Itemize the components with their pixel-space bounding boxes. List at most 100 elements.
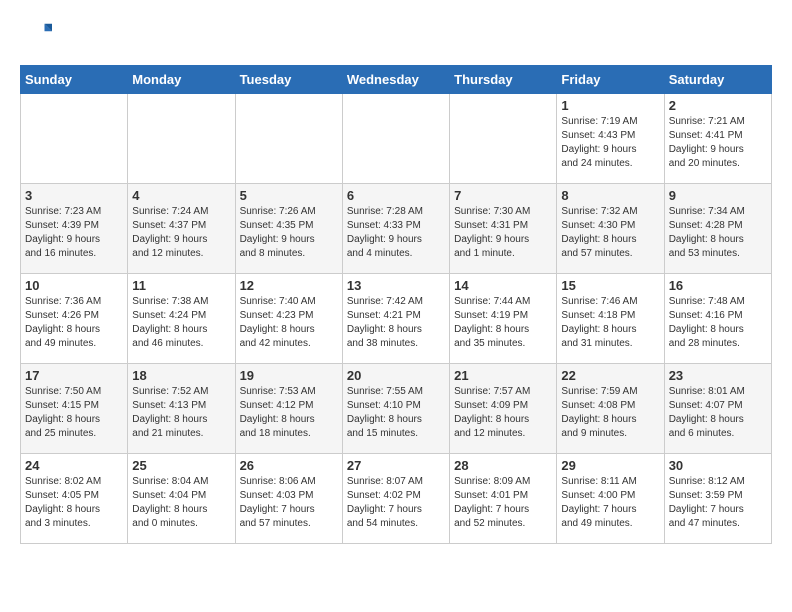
calendar-week-row: 3 Sunrise: 7:23 AM Sunset: 4:39 PM Daylig… [21,184,772,274]
calendar-cell: 14 Sunrise: 7:44 AM Sunset: 4:19 PM Dayli… [450,274,557,364]
day-info: Sunrise: 7:32 AM Sunset: 4:30 PM Dayligh… [561,205,659,261]
day-info: Sunrise: 8:04 AM Sunset: 4:04 PM Dayligh… [132,475,230,531]
day-info: Sunrise: 7:53 AM Sunset: 4:12 PM Dayligh… [240,385,338,441]
day-info: Sunrise: 8:02 AM Sunset: 4:05 PM Dayligh… [25,475,123,531]
day-number: 1 [561,98,659,113]
day-number: 3 [25,188,123,203]
calendar-cell: 29Sunrise: 8:11 AM Sunset: 4:00 PM Dayli… [557,454,664,544]
day-info: Sunrise: 7:24 AM Sunset: 4:37 PM Dayligh… [132,205,230,261]
calendar-week-row: 1 Sunrise: 7:19 AM Sunset: 4:43 PM Daylig… [21,94,772,184]
calendar-cell: 4 Sunrise: 7:24 AM Sunset: 4:37 PM Daylig… [128,184,235,274]
day-number: 10 [25,278,123,293]
calendar-cell: 2Sunrise: 7:21 AM Sunset: 4:41 PM Daylig… [664,94,771,184]
weekday-header-saturday: Saturday [664,66,771,94]
day-info: Sunrise: 7:46 AM Sunset: 4:18 PM Dayligh… [561,295,659,351]
day-info: Sunrise: 7:59 AM Sunset: 4:08 PM Dayligh… [561,385,659,441]
day-number: 4 [132,188,230,203]
weekday-header-thursday: Thursday [450,66,557,94]
day-info: Sunrise: 7:55 AM Sunset: 4:10 PM Dayligh… [347,385,445,441]
day-number: 30 [669,458,767,473]
calendar-cell: 9 Sunrise: 7:34 AM Sunset: 4:28 PM Daylig… [664,184,771,274]
weekday-header-sunday: Sunday [21,66,128,94]
day-info: Sunrise: 7:40 AM Sunset: 4:23 PM Dayligh… [240,295,338,351]
day-info: Sunrise: 7:30 AM Sunset: 4:31 PM Dayligh… [454,205,552,261]
calendar-cell: 30 Sunrise: 8:12 AM Sunset: 3:59 PM Dayli… [664,454,771,544]
day-number: 6 [347,188,445,203]
day-info: Sunrise: 8:06 AM Sunset: 4:03 PM Dayligh… [240,475,338,531]
calendar-cell: 1 Sunrise: 7:19 AM Sunset: 4:43 PM Daylig… [557,94,664,184]
day-number: 13 [347,278,445,293]
day-number: 5 [240,188,338,203]
day-info: Sunrise: 7:48 AM Sunset: 4:16 PM Dayligh… [669,295,767,351]
day-info: Sunrise: 7:28 AM Sunset: 4:33 PM Dayligh… [347,205,445,261]
day-info: Sunrise: 7:23 AM Sunset: 4:39 PM Dayligh… [25,205,123,261]
calendar-cell: 20Sunrise: 7:55 AM Sunset: 4:10 PM Dayli… [342,364,449,454]
calendar-cell: 5 Sunrise: 7:26 AM Sunset: 4:35 PM Daylig… [235,184,342,274]
calendar-cell [450,94,557,184]
calendar-cell: 3 Sunrise: 7:23 AM Sunset: 4:39 PM Daylig… [21,184,128,274]
day-number: 25 [132,458,230,473]
day-info: Sunrise: 8:11 AM Sunset: 4:00 PM Dayligh… [561,475,659,531]
calendar-cell: 19 Sunrise: 7:53 AM Sunset: 4:12 PM Dayli… [235,364,342,454]
weekday-header-friday: Friday [557,66,664,94]
calendar-cell: 8 Sunrise: 7:32 AM Sunset: 4:30 PM Daylig… [557,184,664,274]
calendar-cell [342,94,449,184]
day-number: 27 [347,458,445,473]
day-info: Sunrise: 7:38 AM Sunset: 4:24 PM Dayligh… [132,295,230,351]
day-number: 8 [561,188,659,203]
day-info: Sunrise: 7:52 AM Sunset: 4:13 PM Dayligh… [132,385,230,441]
day-number: 22 [561,368,659,383]
day-number: 11 [132,278,230,293]
day-number: 15 [561,278,659,293]
day-number: 19 [240,368,338,383]
calendar-cell [128,94,235,184]
calendar-cell: 11 Sunrise: 7:38 AM Sunset: 4:24 PM Dayli… [128,274,235,364]
calendar-cell: 23 Sunrise: 8:01 AM Sunset: 4:07 PM Dayli… [664,364,771,454]
logo [20,20,52,55]
calendar-cell: 12Sunrise: 7:40 AM Sunset: 4:23 PM Dayli… [235,274,342,364]
day-number: 26 [240,458,338,473]
day-info: Sunrise: 7:21 AM Sunset: 4:41 PM Dayligh… [669,115,767,171]
calendar-cell: 24Sunrise: 8:02 AM Sunset: 4:05 PM Dayli… [21,454,128,544]
calendar-table: SundayMondayTuesdayWednesdayThursdayFrid… [20,65,772,544]
day-number: 14 [454,278,552,293]
day-info: Sunrise: 7:50 AM Sunset: 4:15 PM Dayligh… [25,385,123,441]
day-number: 7 [454,188,552,203]
day-info: Sunrise: 8:12 AM Sunset: 3:59 PM Dayligh… [669,475,767,531]
calendar-cell: 22 Sunrise: 7:59 AM Sunset: 4:08 PM Dayli… [557,364,664,454]
day-info: Sunrise: 7:57 AM Sunset: 4:09 PM Dayligh… [454,385,552,441]
day-info: Sunrise: 7:42 AM Sunset: 4:21 PM Dayligh… [347,295,445,351]
day-number: 28 [454,458,552,473]
calendar-cell: 26 Sunrise: 8:06 AM Sunset: 4:03 PM Dayli… [235,454,342,544]
calendar-week-row: 10 Sunrise: 7:36 AM Sunset: 4:26 PM Dayli… [21,274,772,364]
day-info: Sunrise: 7:44 AM Sunset: 4:19 PM Dayligh… [454,295,552,351]
calendar-cell: 13 Sunrise: 7:42 AM Sunset: 4:21 PM Dayli… [342,274,449,364]
page-header [20,20,772,55]
day-info: Sunrise: 8:07 AM Sunset: 4:02 PM Dayligh… [347,475,445,531]
day-info: Sunrise: 7:36 AM Sunset: 4:26 PM Dayligh… [25,295,123,351]
weekday-header-row: SundayMondayTuesdayWednesdayThursdayFrid… [21,66,772,94]
weekday-header-tuesday: Tuesday [235,66,342,94]
day-info: Sunrise: 7:34 AM Sunset: 4:28 PM Dayligh… [669,205,767,261]
day-number: 21 [454,368,552,383]
calendar-cell: 17 Sunrise: 7:50 AM Sunset: 4:15 PM Dayli… [21,364,128,454]
calendar-cell: 15 Sunrise: 7:46 AM Sunset: 4:18 PM Dayli… [557,274,664,364]
calendar-cell: 28 Sunrise: 8:09 AM Sunset: 4:01 PM Dayli… [450,454,557,544]
calendar-cell [21,94,128,184]
calendar-cell: 10 Sunrise: 7:36 AM Sunset: 4:26 PM Dayli… [21,274,128,364]
day-number: 23 [669,368,767,383]
day-info: Sunrise: 7:19 AM Sunset: 4:43 PM Dayligh… [561,115,659,171]
calendar-cell: 6 Sunrise: 7:28 AM Sunset: 4:33 PM Daylig… [342,184,449,274]
calendar-cell: 21 Sunrise: 7:57 AM Sunset: 4:09 PM Dayli… [450,364,557,454]
day-number: 18 [132,368,230,383]
weekday-header-wednesday: Wednesday [342,66,449,94]
day-info: Sunrise: 8:09 AM Sunset: 4:01 PM Dayligh… [454,475,552,531]
day-number: 9 [669,188,767,203]
calendar-cell [235,94,342,184]
day-info: Sunrise: 7:26 AM Sunset: 4:35 PM Dayligh… [240,205,338,261]
day-number: 17 [25,368,123,383]
weekday-header-monday: Monday [128,66,235,94]
day-info: Sunrise: 8:01 AM Sunset: 4:07 PM Dayligh… [669,385,767,441]
calendar-cell: 18 Sunrise: 7:52 AM Sunset: 4:13 PM Dayli… [128,364,235,454]
calendar-week-row: 24Sunrise: 8:02 AM Sunset: 4:05 PM Dayli… [21,454,772,544]
